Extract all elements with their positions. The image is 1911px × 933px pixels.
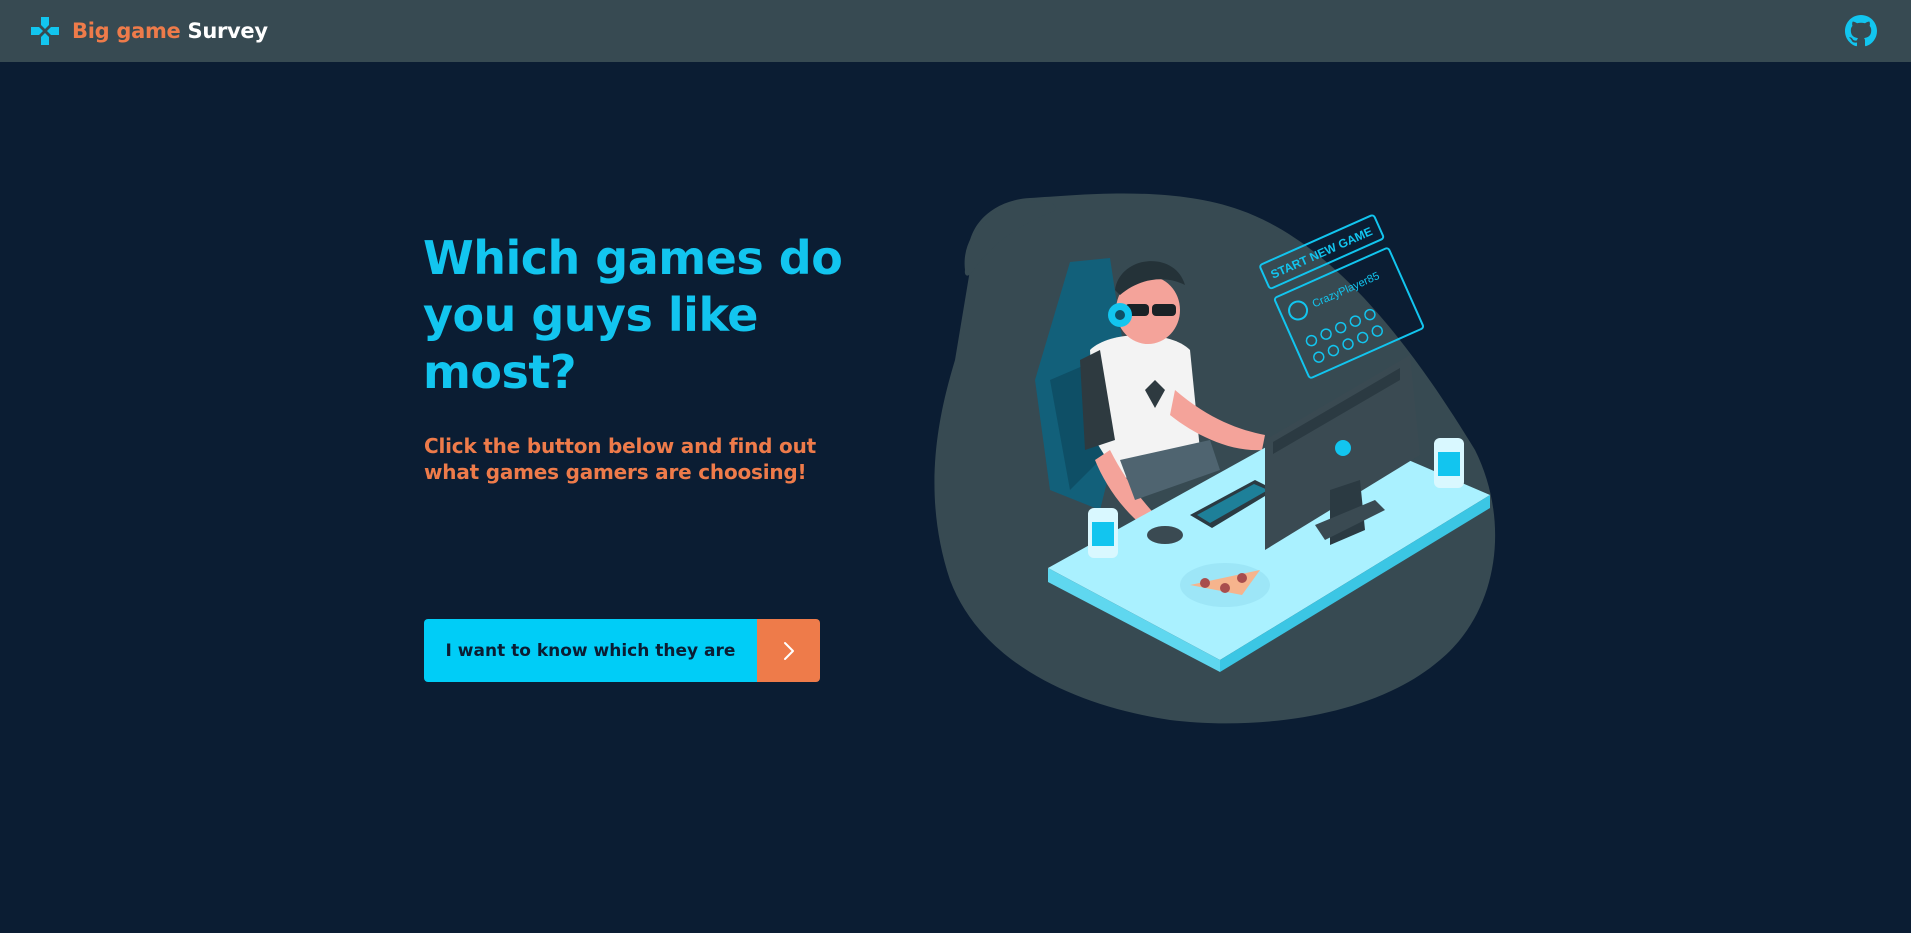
- brand[interactable]: Big game Survey: [30, 16, 268, 46]
- top-navbar: Big game Survey: [0, 0, 1911, 62]
- cta-button-label: I want to know which they are: [424, 619, 757, 682]
- brand-name-part2: Survey: [187, 19, 269, 43]
- hero-subtitle: Click the button below and find out what…: [424, 434, 816, 484]
- brand-name: Big game Survey: [72, 19, 268, 43]
- gamer-illustration: START NEW GAME CrazyPlayer85: [934, 193, 1496, 724]
- cta-button[interactable]: I want to know which they are: [424, 619, 820, 682]
- cta-button-arrow: [757, 619, 820, 682]
- gamepad-cross-icon: [31, 17, 59, 45]
- hero-title: Which games do you guys like most?: [423, 231, 843, 399]
- mouse: [1147, 526, 1183, 544]
- github-icon[interactable]: [1845, 15, 1877, 47]
- brand-name-part1: Big game: [72, 19, 181, 43]
- chevron-right-icon: [783, 641, 794, 660]
